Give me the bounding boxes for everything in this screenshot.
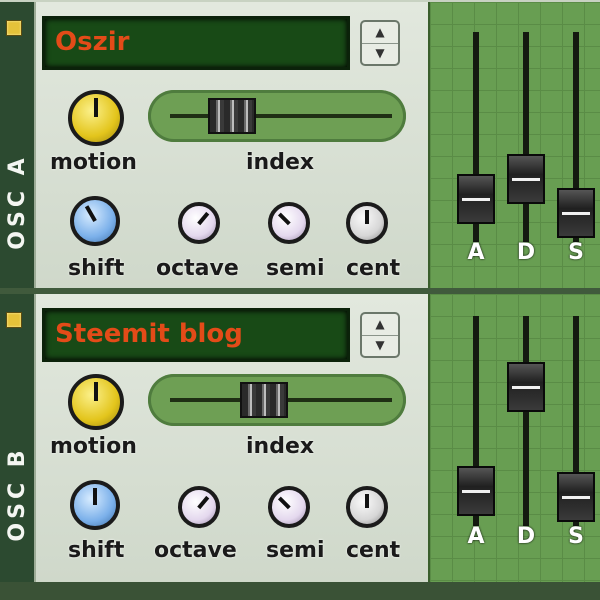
osc-b-motion-label: motion (50, 434, 137, 459)
osc-b-enable-led-icon[interactable] (6, 312, 22, 328)
osc-b-cent-label: cent (346, 538, 401, 563)
osc-a-index-handle[interactable] (208, 98, 256, 134)
index-track (170, 114, 392, 118)
decay-rail (523, 316, 529, 526)
osc-b-attack-fader[interactable] (457, 466, 495, 516)
osc-a-shift-knob[interactable] (70, 196, 120, 246)
osc-b-octave-label: octave (154, 538, 237, 563)
osc-b-side-strip: OSC B (0, 294, 36, 582)
triangle-up-icon[interactable]: ▲ (362, 22, 398, 44)
triangle-down-icon[interactable]: ▼ (362, 335, 398, 356)
osc-b-panel: OSC B Steemit blog ▲ ▼ motion index shif… (0, 294, 600, 582)
osc-b-decay-fader[interactable] (507, 362, 545, 412)
decay-rail (523, 32, 529, 242)
triangle-down-icon[interactable]: ▼ (362, 43, 398, 64)
osc-a-enable-led-icon[interactable] (6, 20, 22, 36)
osc-a-motion-knob[interactable] (68, 90, 124, 146)
knob-pointer-icon (197, 495, 210, 509)
osc-b-index-handle[interactable] (240, 382, 288, 418)
osc-a-sustain-fader[interactable] (557, 188, 595, 238)
osc-b-index-slider[interactable] (148, 374, 406, 426)
knob-pointer-icon (84, 205, 97, 222)
knob-pointer-icon (94, 382, 98, 402)
osc-a-attack-fader[interactable] (457, 174, 495, 224)
osc-a-decay-label: D (516, 240, 536, 265)
osc-a-octave-label: octave (156, 256, 239, 281)
osc-a-octave-knob[interactable] (178, 202, 220, 244)
osc-b-sustain-label: S (568, 524, 584, 549)
osc-b-envelope-section: A D S (428, 294, 600, 582)
osc-b-wavetable-display: Steemit blog (42, 308, 350, 362)
osc-a-cent-knob[interactable] (346, 202, 388, 244)
osc-a-envelope-section: A D S (428, 2, 600, 290)
osc-a-index-label: index (246, 150, 315, 175)
osc-a-index-slider[interactable] (148, 90, 406, 142)
osc-a-wavetable-selector[interactable]: ▲ ▼ (360, 20, 400, 66)
osc-a-strip-label: OSC A (5, 154, 30, 250)
osc-a-attack-label: A (467, 240, 485, 265)
osc-b-decay-label: D (516, 524, 536, 549)
osc-b-index-label: index (246, 434, 315, 459)
osc-b-strip-label: OSC B (5, 446, 30, 542)
osc-a-shift-label: shift (68, 256, 125, 281)
osc-b-attack-label: A (467, 524, 485, 549)
osc-b-motion-knob[interactable] (68, 374, 124, 430)
osc-a-display-text: Oszir (55, 27, 130, 57)
osc-a-wavetable-display: Oszir (42, 16, 350, 70)
knob-pointer-icon (197, 211, 210, 225)
knob-pointer-icon (93, 488, 97, 505)
osc-b-sustain-fader[interactable] (557, 472, 595, 522)
knob-pointer-icon (277, 212, 291, 226)
osc-b-octave-knob[interactable] (178, 486, 220, 528)
osc-b-wavetable-selector[interactable]: ▲ ▼ (360, 312, 400, 358)
osc-b-cent-knob[interactable] (346, 486, 388, 528)
bottom-bar (0, 582, 600, 600)
osc-b-semi-knob[interactable] (268, 486, 310, 528)
knob-pointer-icon (94, 98, 98, 118)
knob-pointer-icon (277, 496, 291, 510)
osc-a-panel: OSC A Oszir ▲ ▼ motion index shift octav… (0, 2, 600, 290)
osc-a-side-strip: OSC A (0, 2, 36, 290)
osc-a-cent-label: cent (346, 256, 401, 281)
osc-a-semi-label: semi (266, 256, 325, 281)
osc-b-shift-label: shift (68, 538, 125, 563)
osc-a-decay-fader[interactable] (507, 154, 545, 204)
osc-b-display-text: Steemit blog (55, 319, 243, 349)
osc-a-sustain-label: S (568, 240, 584, 265)
triangle-up-icon[interactable]: ▲ (362, 314, 398, 336)
knob-pointer-icon (365, 494, 369, 508)
osc-b-semi-label: semi (266, 538, 325, 563)
osc-b-shift-knob[interactable] (70, 480, 120, 530)
knob-pointer-icon (365, 210, 369, 224)
osc-a-semi-knob[interactable] (268, 202, 310, 244)
osc-a-motion-label: motion (50, 150, 137, 175)
